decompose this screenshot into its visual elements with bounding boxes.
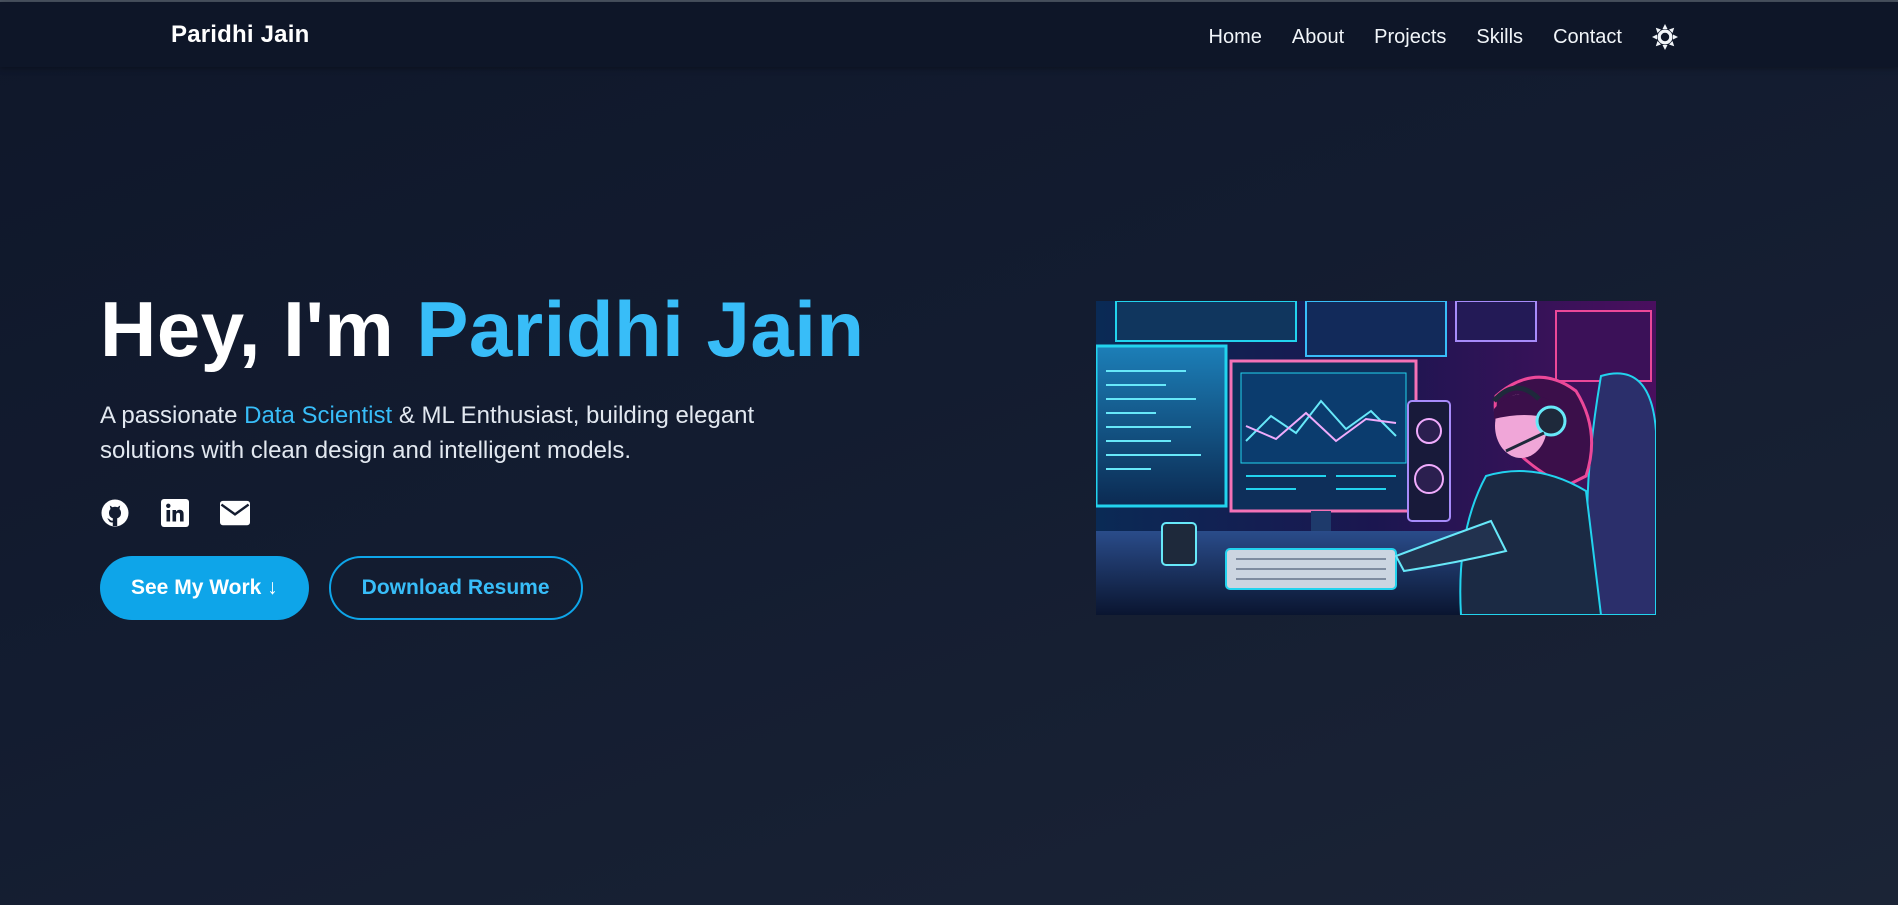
social-links bbox=[100, 498, 1000, 528]
nav-link-about[interactable]: About bbox=[1292, 26, 1344, 49]
theme-toggle-button[interactable] bbox=[1652, 24, 1678, 50]
sun-icon bbox=[1652, 24, 1678, 50]
nav-link-contact[interactable]: Contact bbox=[1553, 26, 1622, 49]
nav-link-skills[interactable]: Skills bbox=[1476, 26, 1523, 49]
download-resume-button[interactable]: Download Resume bbox=[328, 556, 583, 620]
navbar: Paridhi Jain Home About Projects Skills … bbox=[0, 2, 1898, 67]
hero-title-name: Paridhi Jain bbox=[416, 285, 865, 373]
github-link[interactable] bbox=[100, 498, 130, 528]
linkedin-link[interactable] bbox=[160, 498, 190, 528]
see-my-work-button[interactable]: See My Work ↓ bbox=[100, 556, 309, 620]
nav-link-projects[interactable]: Projects bbox=[1374, 26, 1446, 49]
developer-illustration bbox=[1096, 301, 1656, 615]
hero-title-prefix: Hey, I'm bbox=[100, 285, 417, 373]
email-link[interactable] bbox=[220, 498, 250, 528]
nav-link-home[interactable]: Home bbox=[1209, 26, 1262, 49]
hero-section: Hey, I'm Paridhi Jain A passionate Data … bbox=[100, 290, 1000, 620]
hero-subtitle-highlight: Data Scientist bbox=[244, 402, 393, 429]
linkedin-icon bbox=[161, 499, 189, 527]
hero-subtitle: A passionate Data Scientist & ML Enthusi… bbox=[100, 398, 820, 468]
hero-title: Hey, I'm Paridhi Jain bbox=[100, 290, 1000, 368]
hero-buttons: See My Work ↓ Download Resume bbox=[100, 556, 1000, 620]
hero-illustration bbox=[1096, 301, 1656, 615]
mail-icon bbox=[220, 500, 250, 526]
nav-links: Home About Projects Skills Contact bbox=[1179, 24, 1678, 50]
hero-subtitle-prefix: A passionate bbox=[100, 402, 245, 429]
brand-logo[interactable]: Paridhi Jain bbox=[171, 21, 309, 49]
github-icon bbox=[101, 499, 129, 527]
